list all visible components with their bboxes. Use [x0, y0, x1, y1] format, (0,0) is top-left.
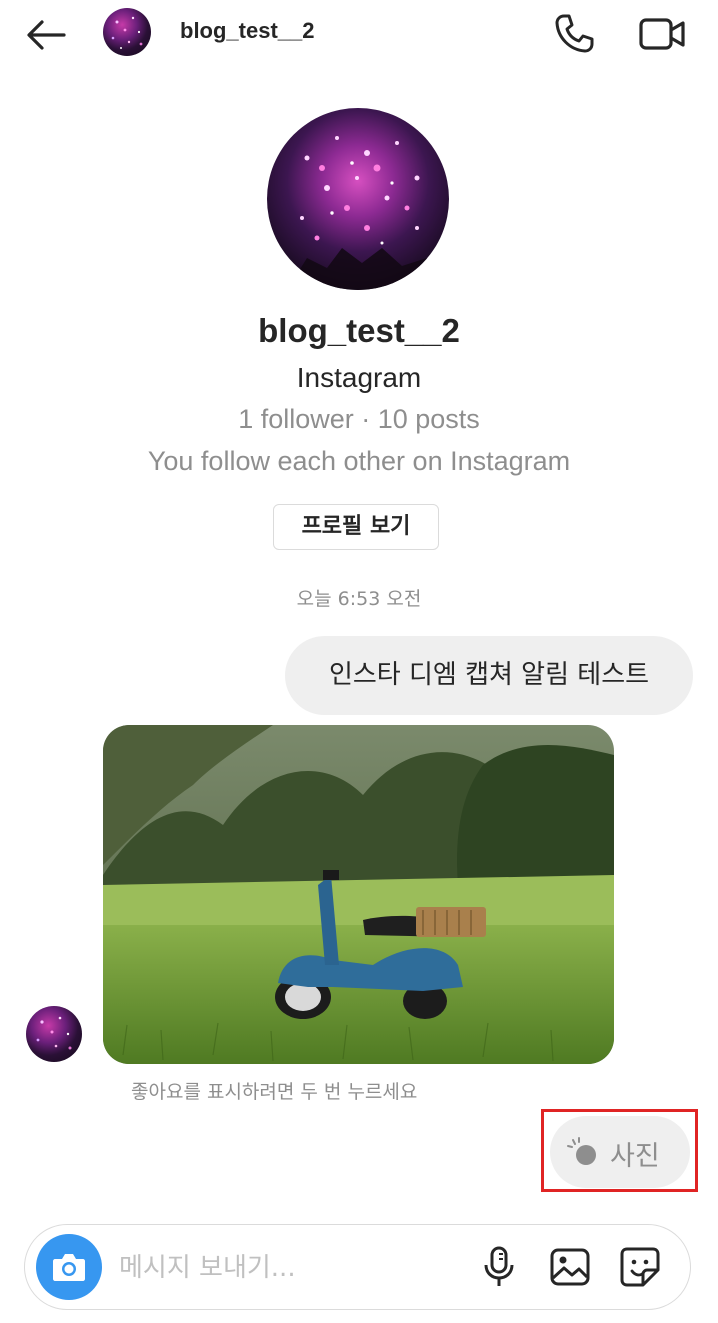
gallery-button[interactable] — [549, 1247, 591, 1287]
message-timestamp: 오늘 6:53 오전 — [296, 588, 422, 610]
double-tap-like-hint: 좋아요를 표시하려면 두 번 누르세요 — [131, 1081, 418, 1103]
screenshot-alert-icon — [567, 1137, 596, 1165]
header-username[interactable]: blog_test__2 — [180, 18, 315, 44]
video-camera-icon — [639, 18, 685, 50]
message-composer — [24, 1224, 691, 1310]
dm-thread-screen: blog_test__2 blog_test__2 Instagram 1 fo… — [0, 0, 718, 1323]
profile-avatar[interactable] — [267, 108, 449, 290]
gallery-icon — [550, 1248, 590, 1286]
profile-stats: 1 follower · 10 posts — [238, 404, 480, 434]
view-profile-button[interactable]: 프로필 보기 — [273, 504, 439, 550]
photo-chip-label: 사진 — [610, 1141, 660, 1172]
thread-header: blog_test__2 — [0, 0, 718, 70]
profile-name: blog_test__2 — [258, 312, 460, 349]
arrow-left-icon — [27, 20, 66, 50]
back-button[interactable] — [22, 14, 70, 56]
profile-platform: Instagram — [296, 362, 422, 393]
received-photo-message[interactable] — [103, 725, 614, 1064]
video-call-button[interactable] — [636, 12, 688, 56]
voice-call-button[interactable] — [550, 10, 598, 58]
sent-message-bubble[interactable]: 인스타 디엠 캡쳐 알림 테스트 — [285, 636, 693, 715]
photo-reply-chip[interactable]: 사진 — [550, 1116, 690, 1188]
scooter-photo — [103, 725, 614, 1064]
sticker-button[interactable] — [619, 1246, 661, 1288]
message-input[interactable] — [117, 1243, 471, 1293]
microphone-icon — [484, 1246, 514, 1286]
header-avatar[interactable] — [103, 8, 151, 56]
sender-avatar[interactable] — [26, 1006, 82, 1062]
mutual-follow-text: You follow each other on Instagram — [147, 446, 571, 476]
sticker-icon — [620, 1247, 660, 1287]
voice-message-button[interactable] — [481, 1245, 517, 1289]
phone-icon — [555, 14, 594, 53]
camera-icon — [53, 1254, 85, 1281]
camera-button[interactable] — [36, 1234, 102, 1300]
